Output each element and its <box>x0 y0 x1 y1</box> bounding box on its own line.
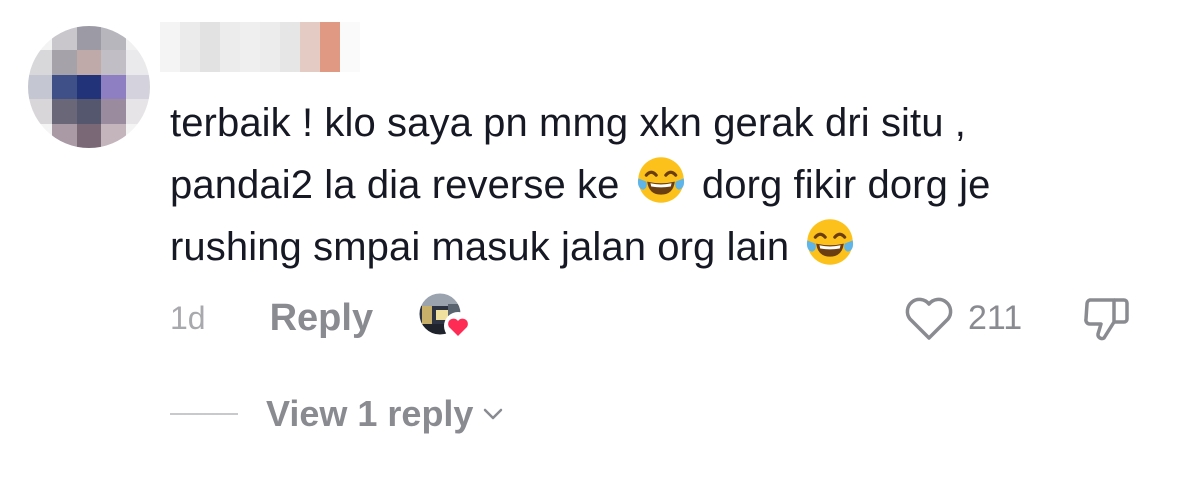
comment-text: terbaik ! klo saya pn mmg xkn gerak dri … <box>170 92 1160 278</box>
comment-text-segment: pandai2 la dia reverse ke <box>170 163 620 207</box>
like-count: 211 <box>968 298 1023 337</box>
comment-text-line: rushing smpai masuk jalan org lain <box>170 216 1160 278</box>
username-blurred[interactable] <box>160 22 360 72</box>
thumbs-down-icon[interactable] <box>1080 292 1134 346</box>
comment-item: terbaik ! klo saya pn mmg xkn gerak dri … <box>0 0 1179 482</box>
chevron-down-icon <box>484 408 503 420</box>
replies-divider <box>170 413 238 415</box>
face-with-tears-of-joy-emoji <box>807 219 854 265</box>
view-replies-toggle[interactable]: View 1 reply <box>170 386 505 442</box>
comment-text-line: pandai2 la dia reverse ke dorg fikir dor… <box>170 154 1160 216</box>
creator-avatar-heart-icon <box>418 292 472 340</box>
heart-outline-icon <box>905 297 953 340</box>
comment-text-segment: dorg fikir dorg je <box>701 163 991 207</box>
comment-text-segment: rushing smpai masuk jalan org lain <box>170 225 790 269</box>
reply-button[interactable]: Reply <box>270 297 373 340</box>
user-avatar[interactable] <box>28 26 150 148</box>
comment-timestamp: 1d <box>170 299 206 336</box>
comment-meta: 1d Reply <box>170 290 373 346</box>
view-replies-label: View 1 reply <box>266 393 474 434</box>
like-button[interactable]: 211 <box>902 292 1022 344</box>
comment-text-line: terbaik ! klo saya pn mmg xkn gerak dri … <box>170 101 967 145</box>
face-with-tears-of-joy-emoji <box>637 157 684 203</box>
